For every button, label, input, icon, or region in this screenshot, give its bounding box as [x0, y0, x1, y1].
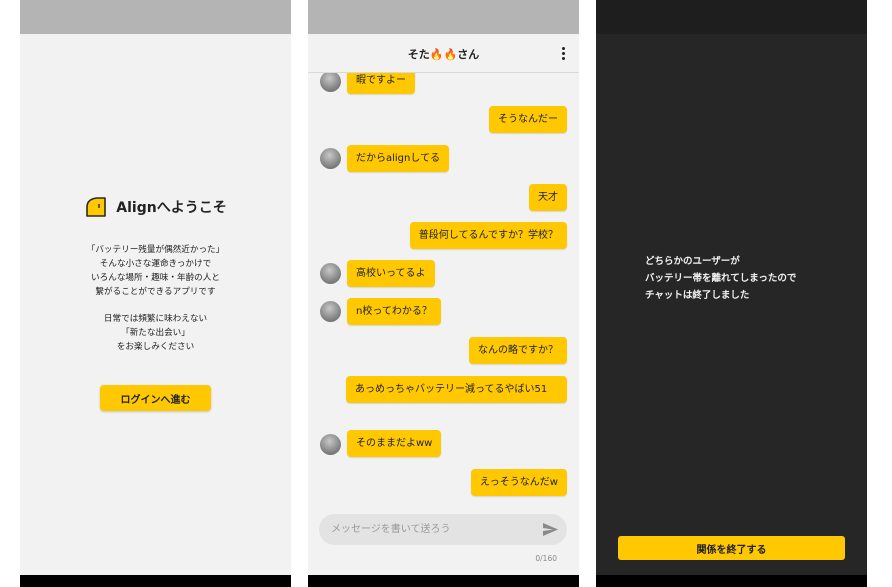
user-avatar[interactable]	[320, 263, 341, 284]
message-bubble-sent: あっめっちゃバッテリー減ってるやばい51	[346, 376, 567, 403]
navigation-bar	[308, 575, 579, 587]
navigation-bar	[20, 575, 291, 587]
status-bar	[596, 0, 867, 34]
message-bubble-sent: なんの略ですか？	[469, 337, 567, 364]
intro-line: 繋がることができるアプリです	[95, 287, 216, 297]
chat-ended-message: どちらかのユーザーが バッテリー帯を離れてしまったので チャットは終了しました	[645, 253, 796, 304]
intro-line: いろんな場所・趣味・年齢の人と	[91, 273, 220, 283]
align-logo-icon	[86, 197, 107, 217]
user-avatar[interactable]	[320, 148, 341, 169]
send-icon[interactable]	[543, 523, 558, 536]
chat-ended-screen: どちらかのユーザーが バッテリー帯を離れてしまったので チャットは終了しました …	[596, 0, 867, 587]
message-bubble-received: n校ってわかる？	[347, 298, 441, 325]
welcome-title: Alignへようこそ	[116, 200, 227, 216]
chat-screen: 暇ですよー そうなんだー だからalignしてる 天才 普段何してるんですか？学…	[308, 0, 579, 587]
user-avatar[interactable]	[320, 434, 341, 455]
message-bubble-received: 高校いってるよ	[347, 260, 435, 287]
message-bubble-received: そのままだよww	[347, 430, 442, 457]
message-bubble-sent: えっそうなんだw	[470, 469, 567, 496]
intro-line: そんな小さな運命きっかけで	[99, 259, 212, 269]
message-line: どちらかのユーザーが	[645, 256, 740, 267]
message-bubble-sent: 普段何してるんですか？学校？	[409, 222, 567, 249]
status-bar	[20, 0, 291, 34]
intro-line: 日常では頻繁に味わえない	[103, 314, 208, 324]
chat-partner-name: そた🔥🔥さん	[407, 48, 480, 61]
kebab-menu-icon[interactable]	[562, 47, 566, 60]
intro-text: 「バッテリー残量が偶然近かった」 そんな小さな運命きっかけで いろんな場所・趣味…	[20, 243, 291, 354]
intro-line: 「新たな出会い」	[121, 328, 190, 338]
user-avatar[interactable]	[320, 301, 341, 322]
intro-line: をお楽しみください	[116, 342, 195, 352]
message-line: チャットは終了しました	[645, 290, 750, 301]
chat-header: そた🔥🔥さん	[308, 34, 579, 73]
welcome-screen: Alignへようこそ 「バッテリー残量が偶然近かった」 そんな小さな運命きっかけ…	[20, 0, 291, 587]
message-bubble-sent: 天才	[529, 184, 567, 211]
status-bar	[308, 0, 579, 34]
message-input[interactable]	[331, 514, 536, 545]
character-counter: 0/160	[535, 554, 557, 563]
intro-line: 「バッテリー残量が偶然近かった」	[86, 245, 225, 255]
user-avatar[interactable]	[320, 71, 341, 92]
welcome-header: Alignへようこそ	[20, 196, 291, 218]
message-input-bar	[319, 514, 567, 545]
login-button[interactable]: ログインへ進む	[100, 385, 211, 411]
message-bubble-received: だからalignしてる	[347, 145, 450, 172]
navigation-bar	[596, 575, 867, 587]
end-relationship-button[interactable]: 関係を終了する	[618, 536, 845, 560]
message-bubble-sent: そうなんだー	[489, 106, 567, 133]
message-line: バッテリー帯を離れてしまったので	[645, 273, 797, 284]
